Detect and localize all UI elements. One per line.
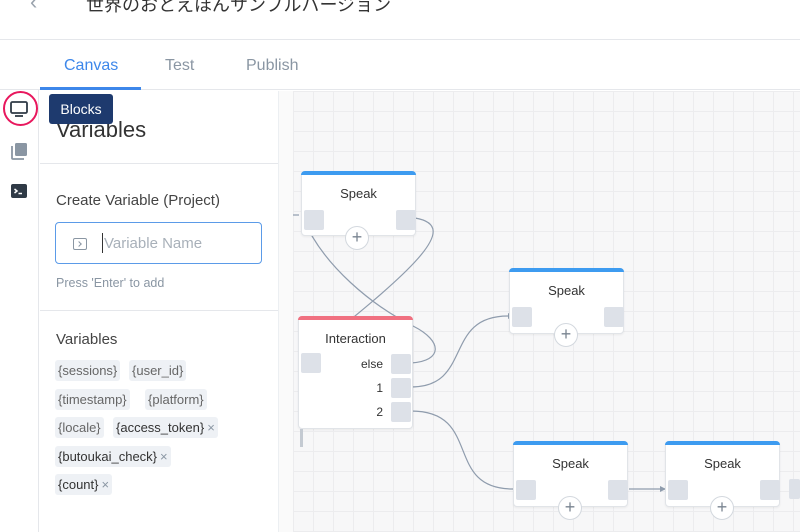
variable-chip: {sessions}	[55, 360, 121, 381]
choice-label-1: 1	[376, 381, 383, 395]
variable-name-field[interactable]	[55, 222, 262, 264]
variable-chip: {access_token} ×	[113, 417, 218, 438]
variable-chip-label: {count}	[58, 477, 99, 492]
output-port[interactable]	[391, 378, 411, 398]
add-step-button[interactable]: +	[710, 496, 734, 520]
block-color-bar	[301, 171, 416, 175]
blocks-tooltip: Blocks	[49, 94, 113, 124]
connection-line	[410, 410, 514, 490]
variable-chip-label: {butoukai_check}	[58, 449, 158, 464]
block-scroll-handle[interactable]	[300, 429, 303, 447]
highlight-ring	[3, 91, 38, 126]
tab-test[interactable]: Test	[165, 57, 194, 75]
block-color-bar	[513, 441, 628, 445]
choice-label-else: else	[360, 357, 383, 371]
block-color-bar	[509, 268, 624, 272]
output-port[interactable]	[391, 402, 411, 422]
output-port[interactable]	[604, 307, 624, 327]
output-port[interactable]	[391, 354, 411, 374]
terminal-icon	[73, 238, 87, 250]
variables-label: Variables	[56, 331, 118, 348]
input-port[interactable]	[512, 307, 532, 327]
interaction-block[interactable]: Interaction else 1 2	[298, 316, 413, 429]
input-port[interactable]	[304, 210, 324, 230]
top-bar: ‹ 世界のおとえほんサンプルバージョン	[0, 0, 800, 40]
active-tab-indicator	[40, 87, 141, 90]
output-port[interactable]	[396, 210, 416, 230]
variable-chip: {platform}	[145, 389, 207, 410]
panel-scrollbar[interactable]	[278, 91, 293, 532]
partial-block-port	[789, 479, 800, 499]
block-title: Speak	[552, 456, 589, 471]
output-port[interactable]	[760, 480, 780, 500]
divider	[40, 310, 278, 311]
create-variable-label: Create Variable (Project)	[56, 192, 220, 209]
variable-chip-label: {platform}	[148, 392, 204, 407]
choice-label-2: 2	[376, 405, 383, 419]
variable-chip-label: {sessions}	[58, 363, 118, 378]
block-title: Speak	[704, 456, 741, 471]
input-port[interactable]	[668, 480, 688, 500]
variable-chip: {butoukai_check} ×	[55, 446, 171, 467]
variable-chip-label: {access_token}	[116, 420, 205, 435]
variable-chip: {timestamp}	[55, 389, 130, 410]
block-title: Interaction	[325, 331, 386, 346]
connection-line	[410, 315, 509, 388]
tab-publish[interactable]: Publish	[246, 57, 298, 75]
input-port[interactable]	[516, 480, 536, 500]
variable-chip-label: {user_id}	[132, 363, 184, 378]
variable-name-input[interactable]	[102, 233, 252, 253]
block-title: Speak	[548, 283, 585, 298]
variable-chip-label: {locale}	[58, 420, 101, 435]
tab-bar: Canvas Test Publish	[0, 40, 800, 90]
remove-variable-icon[interactable]: ×	[207, 420, 215, 435]
add-step-button[interactable]: +	[345, 226, 369, 250]
remove-variable-icon[interactable]: ×	[102, 477, 110, 492]
block-color-bar	[298, 316, 413, 320]
left-toolbar	[0, 90, 39, 532]
block-title: Speak	[340, 186, 377, 201]
variable-chip-label: {timestamp}	[58, 392, 127, 407]
tab-canvas[interactable]: Canvas	[64, 57, 118, 75]
flow-canvas[interactable]: Speak + Interaction else 1 2 Speak + Spe…	[293, 91, 800, 532]
project-title: 世界のおとえほんサンプルバージョン	[86, 0, 392, 15]
terminal-icon[interactable]	[9, 181, 29, 201]
chevron-left-icon: ‹	[30, 0, 38, 14]
variable-chip: {locale}	[55, 417, 104, 438]
add-step-button[interactable]: +	[558, 496, 582, 520]
remove-variable-icon[interactable]: ×	[160, 449, 168, 464]
divider	[40, 163, 278, 164]
add-step-button[interactable]: +	[554, 323, 578, 347]
variables-panel: Variables Create Variable (Project) Pres…	[40, 91, 293, 532]
input-port[interactable]	[301, 353, 321, 373]
book-icon[interactable]	[9, 141, 29, 161]
enter-hint: Press 'Enter' to add	[56, 276, 165, 290]
variable-chip: {count} ×	[55, 474, 113, 495]
variable-chip: {user_id}	[129, 360, 187, 381]
output-port[interactable]	[608, 480, 628, 500]
block-color-bar	[665, 441, 780, 445]
back-button[interactable]: ‹	[30, 0, 54, 16]
